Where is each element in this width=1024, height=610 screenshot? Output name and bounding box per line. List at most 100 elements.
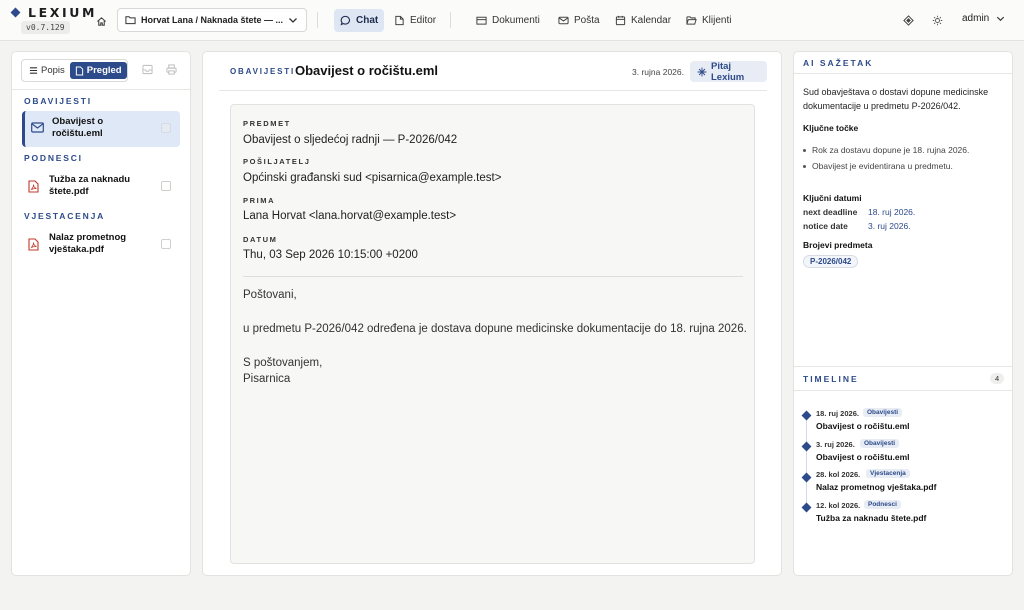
light-mode-button[interactable] xyxy=(930,13,944,27)
logo-diamond-icon xyxy=(11,8,21,18)
document-item[interactable]: Obavijest o ročištu.eml xyxy=(22,111,180,147)
recipient-label: PRIMA xyxy=(243,196,276,205)
timeline-category-badge: Obavijesti xyxy=(863,408,903,417)
key-date-value[interactable]: 3. ruj 2026. xyxy=(868,221,911,231)
timeline-title-text: Obavijest o ročištu.eml xyxy=(816,452,910,462)
key-date-label: next deadline xyxy=(803,207,858,217)
nav-klijenti[interactable]: Klijenti xyxy=(680,9,737,32)
email-body-line: Pisarnica xyxy=(243,373,291,385)
email-preview: PREDMET Obavijest o sljedećoj radnji — P… xyxy=(230,104,755,564)
top-bar: LEXIUM v0.7.129 Horvat Lana / Naknada št… xyxy=(0,0,1024,41)
diamond-theme-button[interactable] xyxy=(901,13,915,27)
matter-selector[interactable]: Horvat Lana / Naknada štete — ... xyxy=(117,8,307,32)
case-number-tag[interactable]: P-2026/042 xyxy=(803,255,859,268)
timeline-date: 28. kol 2026. xyxy=(816,470,861,479)
user-menu[interactable]: admin xyxy=(962,13,1006,24)
timeline-title-text: Tužba za naknadu štete.pdf xyxy=(816,513,927,523)
nav-posta[interactable]: Pošta xyxy=(552,9,606,32)
key-date-value[interactable]: 18. ruj 2026. xyxy=(868,207,915,217)
timeline-date: 12. kol 2026. xyxy=(816,501,861,510)
breadcrumb[interactable]: OBAVIJESTI xyxy=(230,67,295,76)
document-checkbox[interactable] xyxy=(161,239,171,249)
section-title: AI SAŽETAK xyxy=(803,58,874,68)
nav-kalendar[interactable]: Kalendar xyxy=(609,9,677,32)
pen-icon xyxy=(394,15,405,26)
matter-selector-label: Horvat Lana / Naknada štete — ... xyxy=(141,15,283,25)
document-checkbox[interactable] xyxy=(161,181,171,191)
nav-chat-label: Chat xyxy=(356,15,379,26)
version-badge: v0.7.129 xyxy=(21,21,70,34)
document-name: Nalaz prometnog vještaka.pdf xyxy=(49,232,127,255)
ask-lexium-label: Pitaj Lexium xyxy=(711,60,745,83)
timeline-track xyxy=(806,411,807,508)
divider xyxy=(450,12,451,28)
inbox-icon[interactable] xyxy=(142,64,154,76)
sun-icon xyxy=(932,15,942,25)
email-body-line: S poštovanjem, xyxy=(243,357,323,369)
divider xyxy=(12,89,190,90)
chat-icon xyxy=(340,15,351,26)
date-label: DATUM xyxy=(243,235,278,244)
document-icon xyxy=(75,65,84,76)
home-icon xyxy=(96,16,106,26)
chevron-down-icon xyxy=(289,18,297,23)
view-preview-button[interactable]: Pregled xyxy=(69,62,127,79)
nav-editor[interactable]: Editor xyxy=(388,9,442,32)
timeline-category-badge: Obavijesti xyxy=(860,439,900,448)
document-item[interactable]: Tužba za naknadu štete.pdf xyxy=(22,169,180,205)
divider xyxy=(243,276,743,277)
key-point-text: Rok za dostavu dopune je 18. rujna 2026. xyxy=(812,145,970,155)
folder-icon xyxy=(125,16,136,25)
subject-value: Obavijest o sljedećoj radnji — P-2026/04… xyxy=(243,134,458,146)
document-name: Obavijest o ročištu.eml xyxy=(52,116,104,139)
email-body-line: Poštovani, xyxy=(243,289,297,301)
timeline-date: 3. ruj 2026. xyxy=(816,440,855,449)
divider xyxy=(794,366,1012,367)
document-checkbox[interactable] xyxy=(161,123,171,133)
recipient-value: Lana Horvat <lana.horvat@example.test> xyxy=(243,210,457,222)
email-body-line: u predmetu P-2026/042 određena je dostav… xyxy=(243,323,747,335)
key-point: Rok za dostavu dopune je 18. rujna 2026. xyxy=(803,145,969,155)
timeline-diamond-icon xyxy=(801,502,812,513)
pdf-icon xyxy=(28,238,39,251)
timeline-diamond-icon xyxy=(801,410,812,421)
key-points-title: Ključne točke xyxy=(803,123,859,133)
subject-label: PREDMET xyxy=(243,119,291,128)
document-item[interactable]: Nalaz prometnog vještaka.pdf xyxy=(22,227,180,263)
timeline-diamond-icon xyxy=(801,441,812,452)
nav-dokumenti-label: Dokumenti xyxy=(492,15,540,26)
app-name: LEXIUM xyxy=(28,5,97,20)
nav-posta-label: Pošta xyxy=(574,15,600,26)
app-logo[interactable]: LEXIUM xyxy=(11,5,97,20)
key-date-label: notice date xyxy=(803,221,848,231)
view-toggle: Popis Pregled xyxy=(21,59,128,82)
timeline-title-text: Nalaz prometnog vještaka.pdf xyxy=(816,482,937,492)
nav-chat[interactable]: Chat xyxy=(334,9,385,32)
ask-lexium-button[interactable]: Pitaj Lexium xyxy=(690,60,767,83)
user-name: admin xyxy=(962,13,990,24)
timeline-category-badge: Vjestacenja xyxy=(866,469,910,478)
document-title: Obavijest o ročištu.eml xyxy=(295,63,439,78)
document-name: Tužba za naknadu štete.pdf xyxy=(49,174,131,197)
group-header: OBAVIJESTI xyxy=(24,96,92,106)
nav-klijenti-label: Klijenti xyxy=(702,15,732,26)
ai-summary-panel: AI SAŽETAK Sud obavještava o dostavi dop… xyxy=(793,51,1013,576)
divider xyxy=(794,390,1012,391)
view-list-button[interactable]: Popis xyxy=(24,62,70,79)
timeline-category-badge: Podnesci xyxy=(864,500,901,509)
folder-stack-icon xyxy=(476,15,487,26)
sender-value: Općinski građanski sud <pisarnica@exampl… xyxy=(243,172,502,184)
case-numbers-title: Brojevi predmeta xyxy=(803,240,873,250)
nav-dokumenti[interactable]: Dokumenti xyxy=(470,9,546,32)
summary-text: Sud obavještava o dostavi dopune medicin… xyxy=(803,87,989,111)
divider xyxy=(317,12,318,28)
email-icon xyxy=(31,122,44,133)
key-point-text: Obavijest je evidentirana u predmetu. xyxy=(812,161,953,171)
mail-icon xyxy=(558,15,569,26)
document-list-panel: Popis Pregled OBAVIJESTI Obavijest o roč… xyxy=(11,51,191,576)
folder-open-icon xyxy=(686,15,697,26)
print-icon[interactable] xyxy=(166,64,178,76)
document-date: 3. rujna 2026. xyxy=(632,67,684,77)
view-list-label: Popis xyxy=(41,65,65,76)
home-button[interactable] xyxy=(92,12,110,30)
